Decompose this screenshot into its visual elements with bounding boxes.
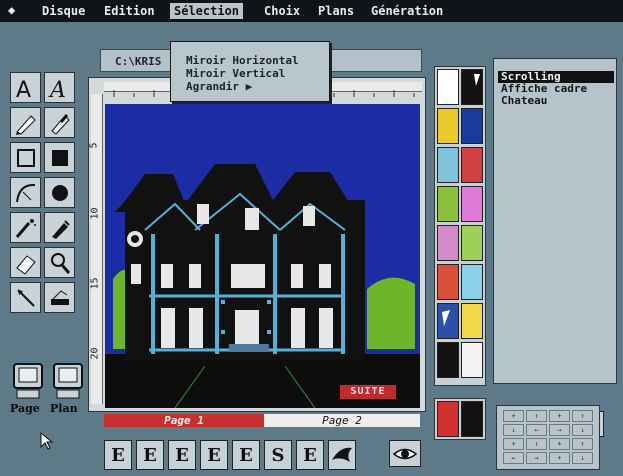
effect-button-5[interactable]: E — [232, 440, 260, 470]
menu-item-agrandir[interactable]: Agrandir ▶ — [186, 80, 252, 93]
eye-icon — [392, 448, 418, 459]
drawing-canvas[interactable] — [105, 104, 420, 408]
mouse-cursor-icon — [40, 431, 54, 454]
italic-text-tool-icon[interactable]: A — [44, 72, 75, 103]
color-swatch-selected[interactable] — [437, 303, 459, 339]
color-swatch[interactable] — [437, 108, 459, 144]
effect-button-7[interactable]: E — [296, 440, 324, 470]
list-item[interactable]: Chateau — [498, 95, 614, 107]
menu-item-miroir-horizontal[interactable]: Miroir Horizontal — [186, 54, 299, 67]
background-color[interactable] — [461, 401, 483, 437]
ruler-number: 10 — [89, 207, 101, 220]
eye-preview-button[interactable] — [389, 440, 421, 467]
grid-cell[interactable]: ↓ — [572, 424, 593, 436]
foreground-color[interactable] — [437, 401, 459, 437]
menu-bar: ◆ Disque Edition Sélection Choix Plans G… — [0, 0, 623, 22]
current-colors — [434, 398, 486, 440]
grid-cell[interactable]: + — [549, 410, 570, 422]
grid-cell[interactable]: ↓ — [503, 424, 524, 436]
color-swatch[interactable] — [461, 264, 483, 300]
svg-text:A: A — [16, 78, 31, 101]
grid-cell[interactable]: + — [549, 452, 570, 464]
left-right-arrows-icon[interactable]: ◆ — [8, 3, 15, 17]
left-ruler: 5 10 15 20 — [88, 94, 103, 404]
bird-effect-icon[interactable] — [328, 440, 356, 470]
rectangle-outline-tool-icon[interactable] — [10, 142, 41, 173]
plan-computer-icon[interactable] — [52, 362, 86, 402]
grid-cell[interactable]: ↑ — [526, 410, 547, 422]
menu-disque[interactable]: Disque — [38, 3, 89, 19]
effect-button-1[interactable]: E — [104, 440, 132, 470]
selection-dropdown-menu: Miroir Horizontal Miroir Vertical Agrand… — [170, 41, 330, 102]
color-swatch[interactable] — [461, 69, 483, 105]
grid-cell[interactable]: → — [549, 424, 570, 436]
menu-selection[interactable]: Sélection — [170, 3, 244, 19]
sequence-list-panel: Scrolling Affiche cadre Chateau — [493, 58, 617, 437]
color-swatch[interactable] — [437, 186, 459, 222]
ruler-number: 20 — [89, 347, 101, 360]
color-swatch[interactable] — [437, 225, 459, 261]
curve-tool-icon[interactable] — [10, 177, 41, 208]
color-swatch[interactable] — [461, 108, 483, 144]
menu-plans[interactable]: Plans — [314, 3, 358, 19]
menu-choix[interactable]: Choix — [260, 3, 304, 19]
direction-grid-panel: + ↑ + ↑ ↓ ← → ↓ + ↑ + ↑ ← → + ↓ — [496, 405, 600, 470]
chateau-pixel-art — [105, 104, 420, 408]
pencil-tool-icon[interactable] — [10, 107, 41, 138]
color-swatch[interactable] — [437, 147, 459, 183]
color-swatch[interactable] — [461, 225, 483, 261]
menu-edition[interactable]: Edition — [100, 3, 159, 19]
effect-button-6[interactable]: S — [264, 440, 292, 470]
grid-cell[interactable]: ↓ — [572, 452, 593, 464]
color-swatch[interactable] — [461, 186, 483, 222]
fill-bucket-tool-icon[interactable] — [44, 212, 75, 243]
scissors-tool-icon[interactable] — [44, 282, 75, 313]
rectangle-filled-tool-icon[interactable] — [44, 142, 75, 173]
color-swatch[interactable] — [437, 342, 459, 378]
color-swatch[interactable] — [461, 147, 483, 183]
suite-button[interactable]: SUITE — [340, 385, 396, 399]
eraser-tool-icon[interactable] — [10, 247, 41, 278]
color-palette — [434, 66, 486, 386]
grid-cell[interactable]: ← — [503, 452, 524, 464]
ruler-number: 5 — [88, 142, 100, 149]
grid-cell[interactable]: + — [549, 438, 570, 450]
page-computer-icon[interactable] — [12, 362, 46, 402]
color-swatch[interactable] — [437, 264, 459, 300]
grid-cell[interactable]: ↑ — [572, 438, 593, 450]
color-swatch[interactable] — [437, 69, 459, 105]
effect-button-2[interactable]: E — [136, 440, 164, 470]
effect-button-4[interactable]: E — [200, 440, 228, 470]
magnifier-tool-icon[interactable] — [44, 247, 75, 278]
ruler-number: 15 — [89, 277, 101, 290]
tab-page-1[interactable]: Page 1 — [104, 414, 264, 427]
plan-label: Plan — [50, 402, 78, 415]
grid-cell[interactable]: ↑ — [526, 438, 547, 450]
grid-cell[interactable]: ↑ — [572, 410, 593, 422]
airbrush-tool-icon[interactable] — [10, 212, 41, 243]
effect-button-3[interactable]: E — [168, 440, 196, 470]
svg-text:A: A — [48, 78, 66, 101]
menu-item-miroir-vertical[interactable]: Miroir Vertical — [186, 67, 285, 80]
text-tool-icon[interactable]: A — [10, 72, 41, 103]
submenu-arrow-icon: ▶ — [245, 80, 253, 93]
circle-filled-tool-icon[interactable] — [44, 177, 75, 208]
grid-cell[interactable]: + — [503, 438, 524, 450]
menu-generation[interactable]: Génération — [367, 3, 447, 19]
grid-cell[interactable]: → — [526, 452, 547, 464]
page-label: Page — [10, 402, 40, 415]
tab-page-2[interactable]: Page 2 — [264, 414, 420, 427]
line-tool-icon[interactable] — [10, 282, 41, 313]
color-swatch[interactable] — [461, 342, 483, 378]
color-swatch[interactable] — [461, 303, 483, 339]
tool-palette: A A — [10, 64, 76, 354]
path-value: C:\KRIS — [115, 55, 162, 68]
application-screen: ◆ Disque Edition Sélection Choix Plans G… — [0, 0, 623, 476]
grid-cell[interactable]: ← — [526, 424, 547, 436]
agrandir-label: Agrandir — [186, 80, 239, 93]
grid-cell[interactable]: + — [503, 410, 524, 422]
brush-tool-icon[interactable] — [44, 107, 75, 138]
